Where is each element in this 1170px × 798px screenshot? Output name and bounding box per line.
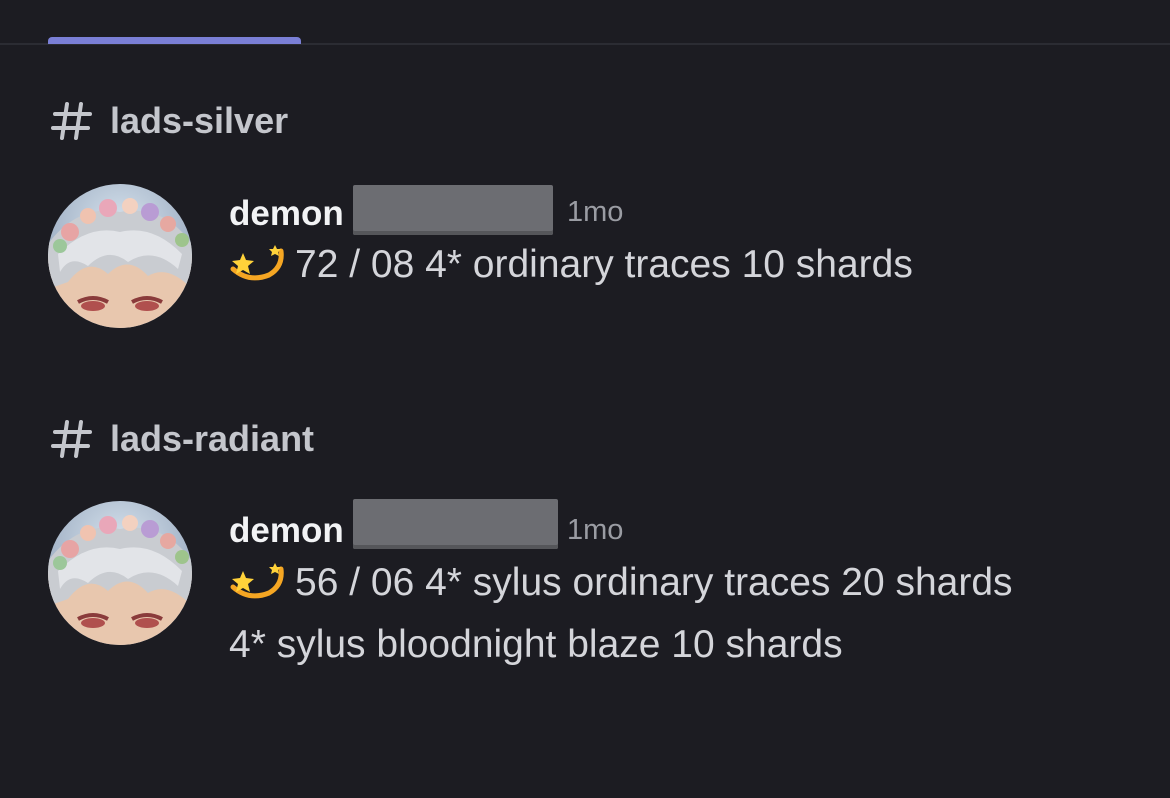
active-tab-indicator[interactable] <box>48 37 301 44</box>
message-content: 72 / 08 4* ordinary traces 10 shards <box>229 234 1049 296</box>
message-text: 56 / 06 4* sylus ordinary traces 20 shar… <box>229 561 1013 666</box>
username[interactable]: demon <box>229 511 344 551</box>
username[interactable]: demon <box>229 194 344 234</box>
channel-name: lads-radiant <box>110 418 315 459</box>
timestamp: 1mo <box>567 514 624 546</box>
avatar[interactable] <box>48 184 192 328</box>
hash-icon <box>51 102 92 140</box>
message-text: 72 / 08 4* ordinary traces 10 shards <box>295 243 913 286</box>
message-search-results: lads-silver demon 1mo 72 / 08 4* ordinar… <box>0 0 1170 798</box>
message-content: 56 / 06 4* sylus ordinary traces 20 shar… <box>229 552 1029 676</box>
timestamp: 1mo <box>567 196 624 228</box>
message-item[interactable]: demon 1mo 72 / 08 4* ordinary traces 10 … <box>48 184 1048 334</box>
avatar-image <box>48 184 192 328</box>
channel-header-lads-radiant[interactable]: lads-radiant <box>50 417 314 461</box>
dizzy-shooting-star-icon <box>230 563 284 599</box>
channel-header-lads-silver[interactable]: lads-silver <box>50 99 288 143</box>
avatar-image <box>48 501 192 645</box>
hash-icon <box>51 420 92 458</box>
redacted-username-block <box>353 499 558 549</box>
message-item[interactable]: demon 1mo 56 / 06 4* sylus ordinary trac… <box>48 499 1048 741</box>
redacted-username-block <box>353 185 553 235</box>
avatar[interactable] <box>48 501 192 645</box>
channel-name: lads-silver <box>110 100 289 141</box>
dizzy-shooting-star-icon <box>230 245 284 281</box>
